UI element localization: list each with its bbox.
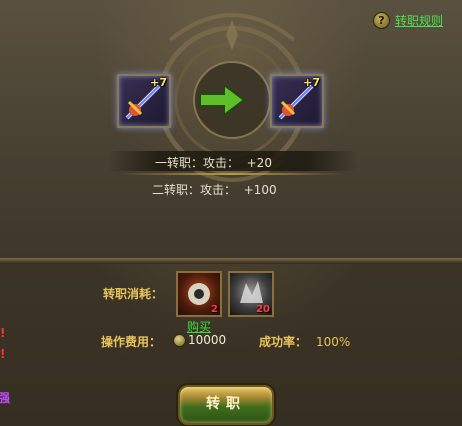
stat-line-2: 二转职：攻击： +100: [152, 183, 277, 197]
material-count: 2: [211, 304, 218, 315]
stat-divider: [120, 173, 342, 175]
left-edge-mark-2: !: [0, 347, 6, 361]
left-edge-mark-3: 强: [0, 391, 11, 405]
upgrade-preview-area: ? 转职规则 +7 +7 一转职：攻击： +20 二转职：攻击： +100: [0, 0, 462, 259]
success-label: 成功率：: [259, 335, 308, 349]
material-count: 20: [256, 304, 270, 315]
transfer-panel: ? 转职规则 +7 +7 一转职：攻击： +20 二转职：攻击： +100 转职…: [0, 0, 462, 426]
rules-link[interactable]: ? 转职规则: [373, 11, 443, 29]
material-slot-2[interactable]: 20: [228, 271, 274, 317]
gold-coin-icon: [173, 334, 186, 347]
green-right-arrow-icon: [199, 83, 246, 117]
stat-line-1: 一转职：攻击： +20: [155, 156, 272, 170]
transfer-button[interactable]: 转职: [178, 385, 274, 425]
fee-label: 操作费用：: [101, 335, 162, 349]
enhance-level-label: +7: [150, 76, 167, 89]
enhance-level-label: +7: [303, 76, 320, 89]
source-item-slot[interactable]: +7: [117, 74, 171, 128]
left-edge-mark-1: !: [0, 326, 6, 340]
target-item-slot[interactable]: +7: [270, 74, 324, 128]
help-icon: ?: [373, 11, 390, 29]
material-slot-1[interactable]: 2: [176, 271, 222, 317]
section-divider: [0, 258, 462, 264]
cost-label: 转职消耗：: [103, 287, 164, 301]
success-value: 100%: [316, 335, 351, 349]
rules-link-label[interactable]: 转职规则: [395, 12, 443, 29]
fee-value: 10000: [188, 333, 227, 347]
